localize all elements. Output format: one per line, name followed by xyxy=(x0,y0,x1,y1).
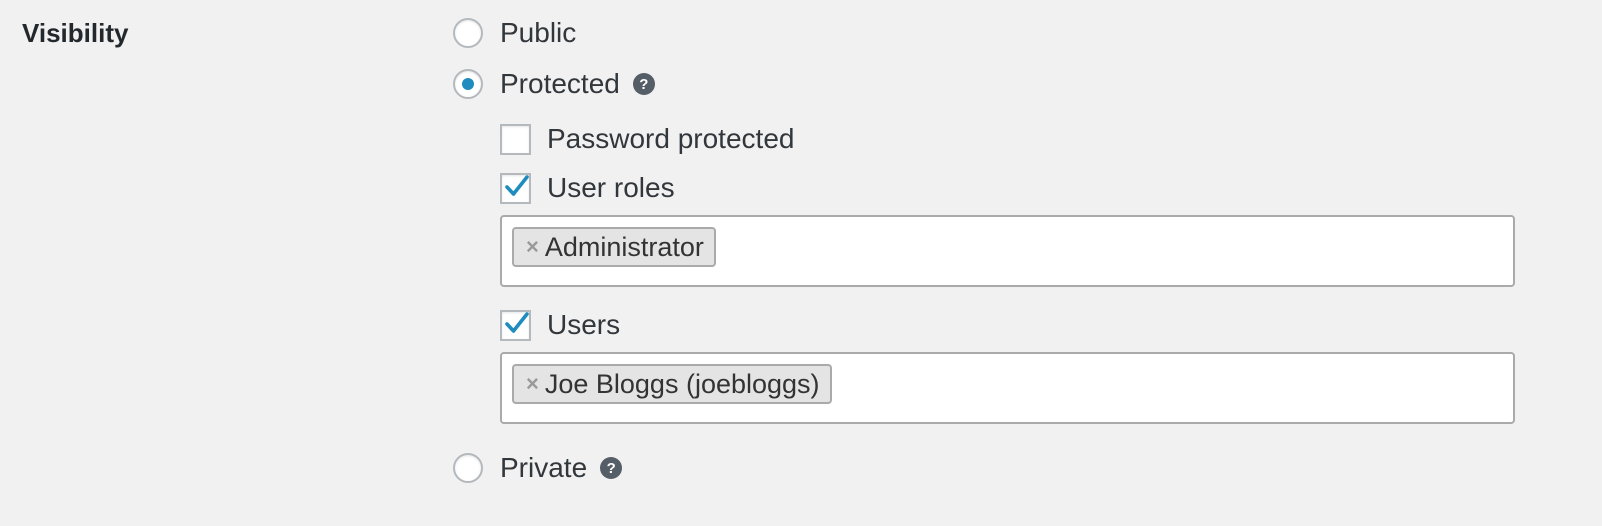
user-roles-label: User roles xyxy=(547,172,675,203)
protected-label: Protected xyxy=(500,68,620,99)
password-protected-label: Password protected xyxy=(547,123,795,154)
option-private[interactable]: Private ? xyxy=(453,452,623,484)
public-label: Public xyxy=(500,17,577,48)
option-public[interactable]: Public xyxy=(453,17,576,49)
user-roles-select[interactable]: × Administrator xyxy=(500,215,1515,287)
help-icon[interactable]: ? xyxy=(600,457,623,479)
tag-chip: × Joe Bloggs (joebloggs) xyxy=(512,364,832,404)
option-protected[interactable]: Protected ? xyxy=(453,68,655,100)
password-protected-checkbox[interactable] xyxy=(500,123,531,155)
protected-radio[interactable] xyxy=(453,69,483,99)
public-radio[interactable] xyxy=(453,18,483,48)
help-icon[interactable]: ? xyxy=(632,73,655,95)
close-icon[interactable]: × xyxy=(526,373,539,395)
tag-label: Administrator xyxy=(544,231,704,262)
private-label: Private xyxy=(500,452,588,483)
checkmark-icon xyxy=(505,174,529,196)
users-select[interactable]: × Joe Bloggs (joebloggs) xyxy=(500,352,1515,424)
option-password-protected[interactable]: Password protected xyxy=(500,123,794,155)
option-user-roles[interactable]: User roles xyxy=(500,172,675,204)
tag-chip: × Administrator xyxy=(512,227,716,267)
users-label: Users xyxy=(547,309,621,340)
private-radio[interactable] xyxy=(453,453,483,483)
close-icon[interactable]: × xyxy=(526,236,539,258)
option-users[interactable]: Users xyxy=(500,309,620,341)
checkmark-icon xyxy=(505,311,529,333)
users-checkbox[interactable] xyxy=(500,309,531,341)
radio-selected-dot xyxy=(462,78,474,90)
user-roles-checkbox[interactable] xyxy=(500,172,531,204)
section-heading: Visibility xyxy=(22,18,129,48)
tag-label: Joe Bloggs (joebloggs) xyxy=(544,368,820,399)
